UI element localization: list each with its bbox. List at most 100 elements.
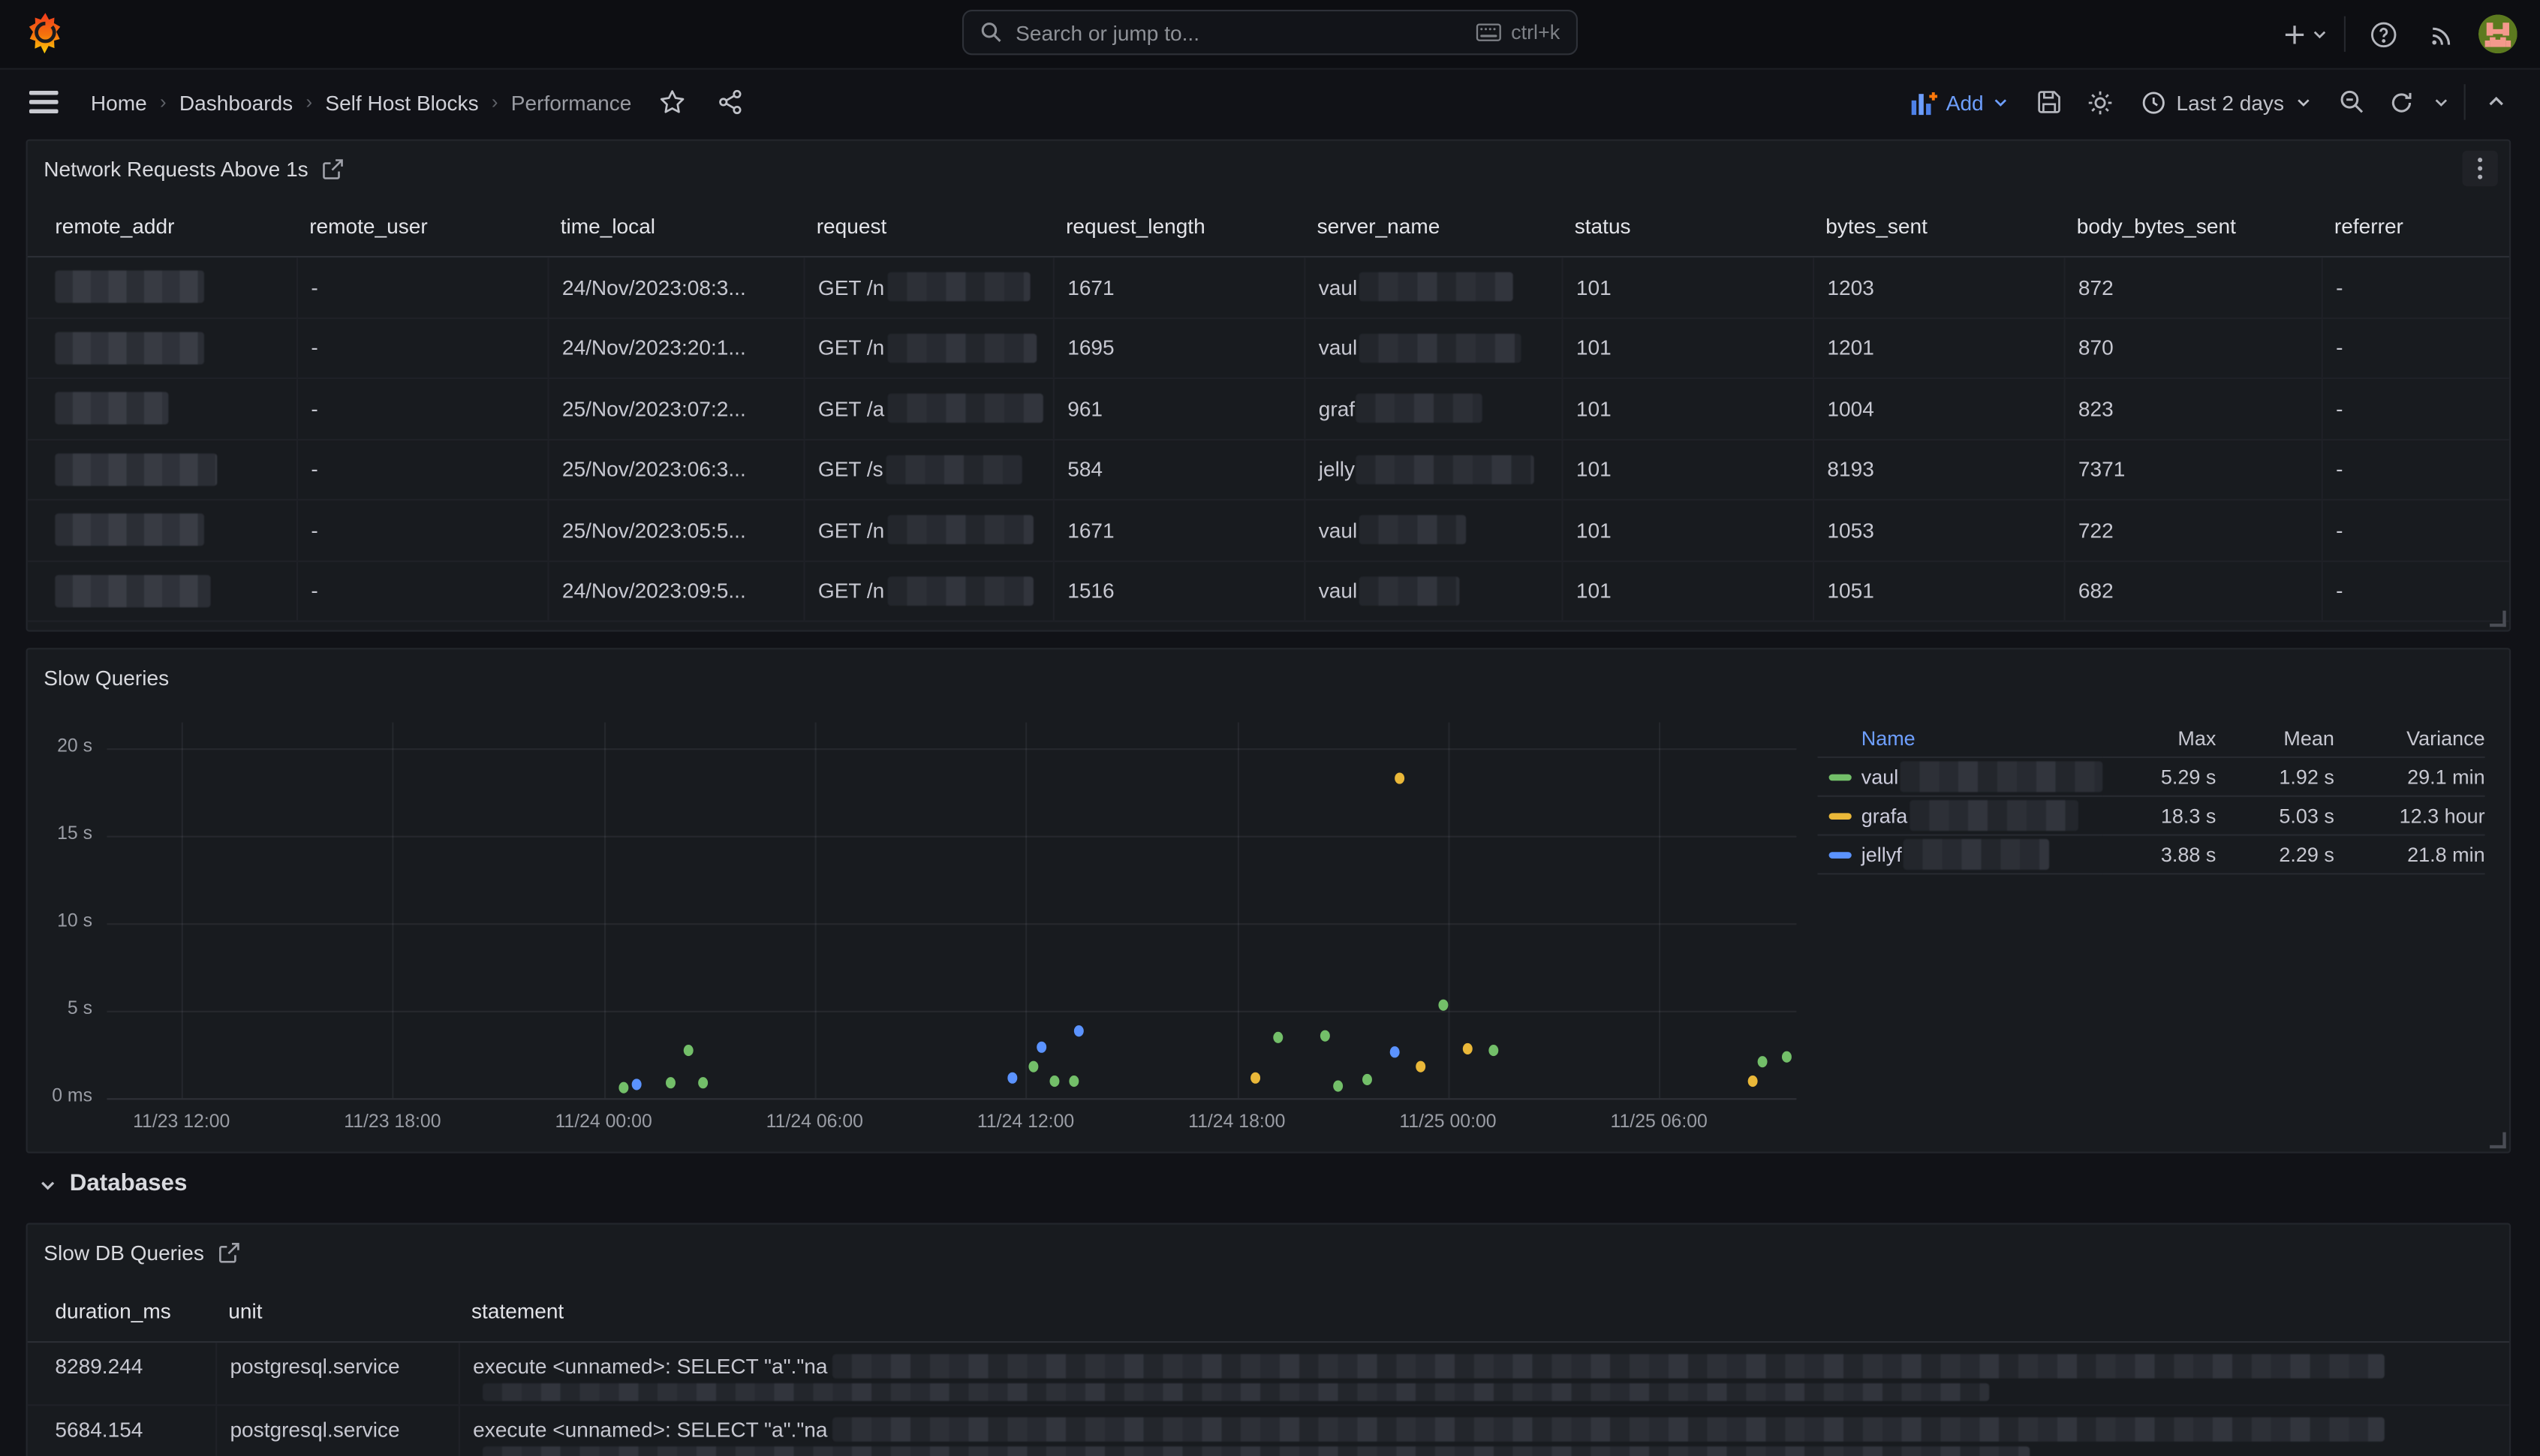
redacted-blur xyxy=(1359,272,1512,302)
db-table: duration_msunitstatement 8289.244postgre… xyxy=(28,1280,2509,1456)
time-range-picker[interactable]: Last 2 days xyxy=(2131,90,2322,114)
panel-resize-handle[interactable] xyxy=(2490,611,2506,627)
breadcrumb-separator: › xyxy=(147,91,179,113)
scatter-point xyxy=(684,1044,694,1055)
scatter-point xyxy=(632,1078,642,1090)
legend-series-name[interactable]: jellyf xyxy=(1817,836,2102,875)
column-header[interactable]: remote_addr xyxy=(28,196,296,256)
cell-body-bytes-sent: 872 xyxy=(2063,257,2321,317)
help-icon[interactable] xyxy=(2362,13,2404,55)
cell-status: 101 xyxy=(1561,501,1813,560)
column-header[interactable]: remote_user xyxy=(296,196,548,256)
scatter-point xyxy=(1488,1045,1498,1056)
cell-time-local: 24/Nov/2023:09:5... xyxy=(547,561,803,621)
table-row: -25/Nov/2023:07:2...GET /a961graf1011004… xyxy=(28,379,2509,440)
legend-header-max[interactable]: Max xyxy=(2102,719,2216,758)
cell-request-length: 1671 xyxy=(1053,501,1305,560)
new-plus-button[interactable] xyxy=(2283,13,2328,55)
scatter-point xyxy=(1390,1046,1400,1057)
news-icon[interactable] xyxy=(2420,13,2462,55)
cell-server-name: vaul xyxy=(1304,501,1561,560)
breadcrumb-folder[interactable]: Self Host Blocks xyxy=(325,90,478,114)
add-panel-button[interactable]: Add xyxy=(1902,90,2018,114)
y-axis-tick-label: 10 s xyxy=(28,912,92,931)
column-header[interactable]: server_name xyxy=(1304,196,1561,256)
top-nav-actions xyxy=(2283,0,2517,68)
column-header[interactable]: status xyxy=(1561,196,1813,256)
cell-statement: execute <unnamed>: SELECT "a"."na xyxy=(459,1343,2513,1404)
cell-unit: postgresql.service xyxy=(215,1343,459,1404)
column-header[interactable]: request xyxy=(803,196,1052,256)
share-button[interactable] xyxy=(709,81,751,123)
breadcrumb-dashboards[interactable]: Dashboards xyxy=(179,90,293,114)
x-axis-tick-label: 11/24 06:00 xyxy=(737,1113,892,1133)
legend-header-variance[interactable]: Variance xyxy=(2334,719,2485,758)
menu-toggle-button[interactable] xyxy=(23,81,65,123)
panel-network-header[interactable]: Network Requests Above 1s xyxy=(28,141,2509,196)
gridline xyxy=(182,723,183,1099)
gridline xyxy=(1026,723,1028,1099)
column-header[interactable]: body_bytes_sent xyxy=(2063,196,2321,256)
legend-series-name[interactable]: grafa xyxy=(1817,797,2102,836)
redacted-blur xyxy=(832,1417,2385,1441)
dashboard-settings-button[interactable] xyxy=(2079,81,2121,123)
statement-lines: execute <unnamed>: SELECT "a"."na xyxy=(473,1354,2512,1401)
divider xyxy=(2344,17,2346,52)
panel-slow-db-queries: Slow DB Queries duration_msunitstatement… xyxy=(26,1223,2511,1456)
cell-body-bytes-sent: 823 xyxy=(2063,379,2321,438)
y-axis-tick-label: 5 s xyxy=(28,1000,92,1019)
panel-resize-handle[interactable] xyxy=(2490,1133,2506,1149)
breadcrumb-home[interactable]: Home xyxy=(91,90,147,114)
save-dashboard-button[interactable] xyxy=(2027,81,2069,123)
column-header[interactable]: statement xyxy=(459,1280,2513,1341)
panel-title[interactable]: Slow Queries xyxy=(44,665,169,689)
network-table-header: remote_addrremote_usertime_localrequestr… xyxy=(28,196,2509,257)
chevron-down-icon xyxy=(2433,94,2450,110)
cell-body-bytes-sent: 722 xyxy=(2063,501,2321,560)
statement-line1: execute <unnamed>: SELECT "a"."na xyxy=(473,1354,2512,1378)
panel-title[interactable]: Slow DB Queries xyxy=(44,1240,204,1264)
search-input[interactable]: Search or jump to... ctrl+k xyxy=(962,10,1578,55)
bar-chart-plus-icon xyxy=(1912,90,1938,114)
column-header[interactable]: duration_ms xyxy=(28,1280,215,1341)
legend-header-mean[interactable]: Mean xyxy=(2216,719,2334,758)
column-header[interactable]: referrer xyxy=(2322,196,2513,256)
column-header[interactable]: time_local xyxy=(547,196,803,256)
breadcrumb: Home › Dashboards › Self Host Blocks › P… xyxy=(91,90,632,114)
collapse-toolbar-button[interactable] xyxy=(2475,81,2517,123)
cell-remote-addr xyxy=(28,561,296,621)
section-label: Databases xyxy=(70,1171,188,1197)
cell-time-local: 25/Nov/2023:06:3... xyxy=(547,440,803,499)
x-axis-tick-label: 11/24 12:00 xyxy=(948,1113,1103,1133)
refresh-button[interactable] xyxy=(2383,81,2418,123)
panel-title[interactable]: Network Requests Above 1s xyxy=(44,156,308,180)
column-header[interactable]: bytes_sent xyxy=(1813,196,2064,256)
breadcrumb-separator: › xyxy=(293,91,325,113)
gridline xyxy=(1448,723,1449,1099)
refresh-interval-dropdown[interactable] xyxy=(2428,81,2454,123)
panel-menu-kebab[interactable] xyxy=(2462,151,2497,186)
cell-status: 101 xyxy=(1561,379,1813,438)
legend-series-name[interactable]: vaul xyxy=(1817,758,2102,797)
legend-header-name[interactable]: Name xyxy=(1817,719,2102,758)
column-header[interactable]: unit xyxy=(215,1280,459,1341)
panel-db-header[interactable]: Slow DB Queries xyxy=(28,1225,2509,1280)
redacted-blur xyxy=(483,1383,1989,1401)
zoom-out-time-button[interactable] xyxy=(2331,81,2373,123)
chevron-up-icon xyxy=(2487,92,2506,112)
scatter-point xyxy=(1395,772,1404,784)
panel-slow-queries: Slow Queries 0 ms5 s10 s15 s20 s11/23 12… xyxy=(26,648,2511,1153)
section-databases[interactable]: Databases xyxy=(39,1171,188,1197)
cell-referrer: - xyxy=(2322,257,2513,317)
favorite-star-button[interactable] xyxy=(651,81,693,123)
series-color-swatch xyxy=(1829,774,1852,781)
external-link-icon[interactable] xyxy=(323,158,344,179)
column-header[interactable]: request_length xyxy=(1053,196,1305,256)
cell-body-bytes-sent: 682 xyxy=(2063,561,2321,621)
redacted-blur xyxy=(888,576,1034,606)
cell-server-name: vaul xyxy=(1304,561,1561,621)
grafana-logo-icon[interactable] xyxy=(26,13,65,55)
user-avatar[interactable] xyxy=(2478,14,2517,53)
panel-slow-header[interactable]: Slow Queries xyxy=(28,649,2509,704)
external-link-icon[interactable] xyxy=(218,1241,239,1262)
